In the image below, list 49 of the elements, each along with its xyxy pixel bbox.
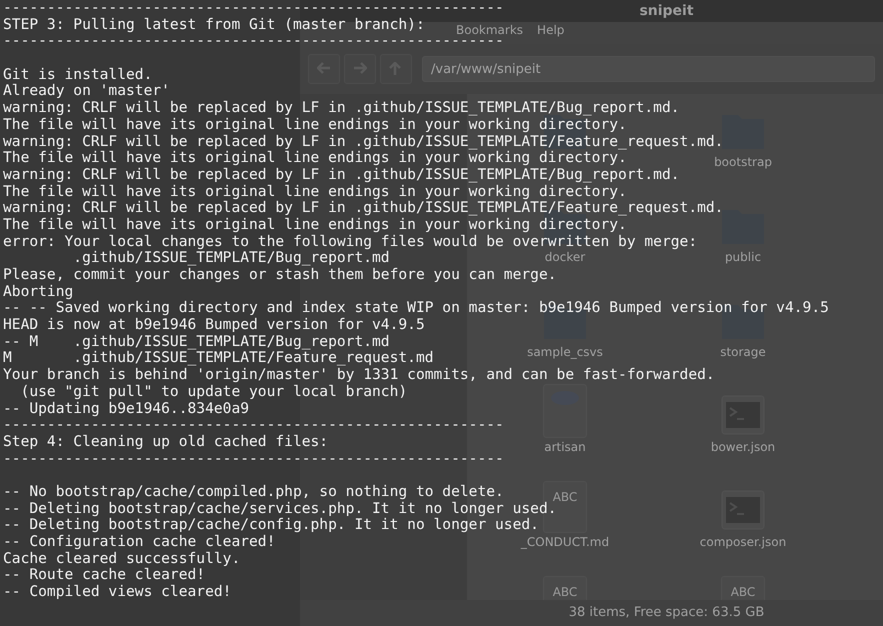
terminal-line: The file will have its original line endings in your working directory.	[3, 150, 627, 167]
file-name[interactable]: public	[724, 251, 762, 264]
terminal-line: Your branch is behind 'origin/master' by 1331 commits, and can be fast-forwarded.	[3, 367, 715, 384]
terminal-line: -- M .github/ISSUE_TEMPLATE/Bug_report.md	[3, 334, 390, 350]
forward-button[interactable]	[344, 54, 376, 84]
text-file-icon: ABC	[721, 576, 765, 600]
file-name[interactable]: docker	[544, 251, 586, 264]
terminal-line: Step 4: Cleaning up old cached files:	[3, 434, 328, 451]
file-name[interactable]: sample_csvs	[527, 346, 603, 359]
terminal-line: Please, commit your changes or stash them before you can merge.	[3, 267, 557, 284]
file-name[interactable]: bootstrap	[714, 156, 772, 169]
terminal-line: .github/ISSUE_TEMPLATE/Bug_report.md	[72, 250, 390, 267]
back-button[interactable]	[308, 54, 340, 84]
terminal-line: HEAD is now at b9e1946 Bumped version for v4.9.5	[3, 317, 425, 334]
file-name[interactable]: artisan	[544, 441, 586, 454]
terminal-line: The file will have its original line endings in your working directory.	[3, 184, 627, 200]
terminal-line: -- Deleting bootstrap/cache/services.php. It it no longer used.	[3, 500, 557, 518]
terminal-line: warning: CRLF will be replaced by LF in .github/ISSUE_TEMPLATE/Bug_report.md.	[3, 166, 680, 184]
file-name[interactable]: composer.json	[700, 536, 786, 549]
terminal-line: -- -- Saved working directory and index state WIP on master: b9e1946 Bumped version for v4.9.5	[3, 300, 829, 318]
terminal-line: ---------------------------------------------------------	[3, 0, 504, 17]
terminal-line: error: Your local changes to the following files would be overwritten by merge:	[3, 234, 698, 250]
terminal-line: -- Route cache cleared!	[3, 567, 206, 584]
terminal-line: Git is installed.	[3, 66, 152, 84]
terminal-line: warning: CRLF will be replaced by LF in .github/ISSUE_TEMPLATE/Feature_request.md.	[3, 134, 724, 150]
terminal-line: warning: CRLF will be replaced by LF in .github/ISSUE_TEMPLATE/Bug_report.md.	[3, 100, 680, 117]
terminal-line: Already on 'master'	[3, 83, 170, 100]
terminal-line: The file will have its original line endings in your working directory.	[3, 116, 627, 134]
file-name[interactable]: _CONDUCT.md	[520, 536, 610, 549]
terminal-line: ---------------------------------------------------------	[3, 417, 504, 434]
file-name[interactable]: bower.json	[710, 441, 776, 454]
terminal-line: -- Compiled views cleared!	[3, 584, 232, 601]
terminal-line: -- Deleting bootstrap/cache/config.php. It it no longer used.	[3, 517, 539, 534]
terminal-line: ---------------------------------------------------------	[3, 450, 504, 468]
up-button[interactable]	[380, 54, 412, 84]
terminal-line: -- No bootstrap/cache/compiled.php, so nothing to delete.	[3, 484, 504, 501]
terminal-line: M .github/ISSUE_TEMPLATE/Feature_request.md	[3, 350, 434, 368]
terminal-line: Aborting	[3, 284, 74, 300]
file-name[interactable]: storage	[720, 346, 766, 359]
menu-item[interactable]: Help	[537, 24, 564, 37]
text-file-icon: ABC	[543, 576, 587, 600]
terminal-line: Cache cleared successfully.	[3, 550, 240, 568]
terminal-line: warning: CRLF will be replaced by LF in .github/ISSUE_TEMPLATE/Feature_request.md.	[3, 200, 724, 217]
terminal-line: -- Configuration cache cleared!	[3, 534, 276, 551]
terminal-line: The file will have its original line endings in your working directory.	[3, 216, 627, 234]
terminal-line: -- Updating b9e1946..834e0a9	[3, 400, 250, 418]
terminal-line: STEP 3: Pulling latest from Git (master branch):	[3, 16, 425, 34]
terminal-line: (use "git pull" to update your local branch)	[20, 384, 408, 400]
location-field[interactable]: /var/www/snipeit	[422, 56, 875, 82]
